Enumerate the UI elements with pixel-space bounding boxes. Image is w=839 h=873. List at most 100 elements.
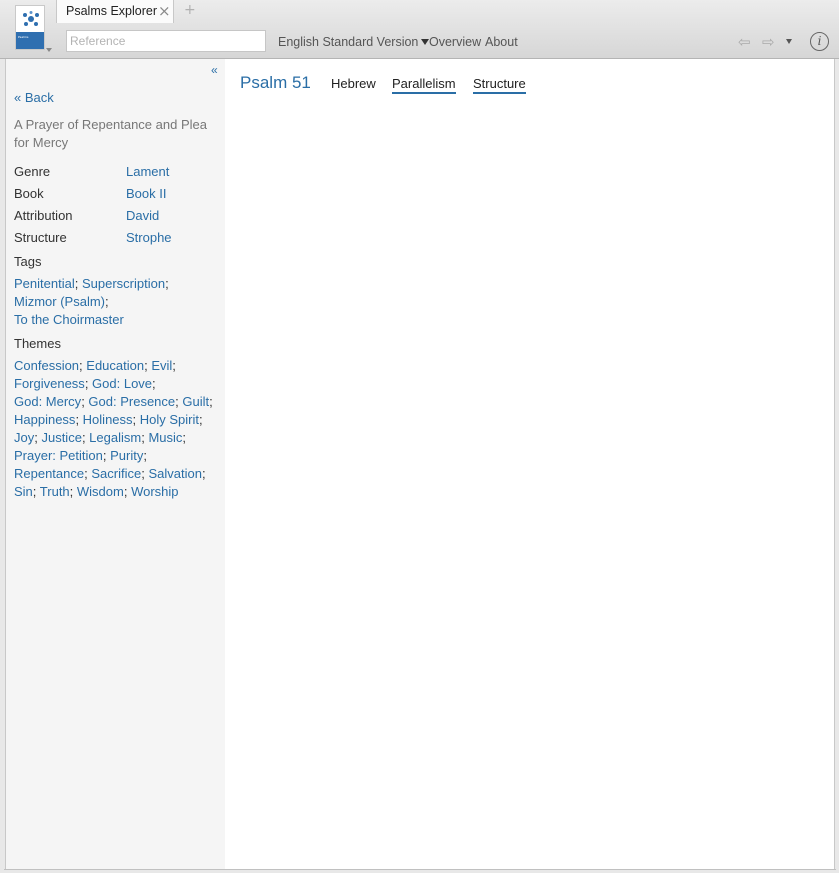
tags-heading: Tags: [14, 254, 42, 269]
theme-link[interactable]: Sin: [14, 484, 33, 499]
theme-link[interactable]: Sacrifice: [91, 466, 141, 481]
app-logo-label: Psalms: [16, 32, 44, 49]
theme-link[interactable]: Prayer: Petition: [14, 448, 103, 463]
property-row: Attribution David: [14, 207, 219, 229]
theme-link[interactable]: Joy: [14, 430, 34, 445]
link-line: Joy; Justice; Legalism; Music;: [14, 429, 219, 447]
tag-link[interactable]: Penitential: [14, 276, 75, 291]
theme-link[interactable]: Holy Spirit: [140, 412, 199, 427]
main-content: Psalm 51 Hebrew Parallelism Structure: [225, 59, 835, 870]
separator: ;: [165, 276, 169, 291]
separator: ;: [152, 376, 156, 391]
separator: ;: [209, 394, 213, 409]
reference-input[interactable]: [66, 30, 266, 52]
themes-list: Confession; Education; Evil; Forgiveness;…: [14, 357, 219, 501]
collapse-sidebar-button[interactable]: «: [211, 63, 218, 77]
app-logo-text: Psalms: [18, 35, 29, 39]
property-label: Genre: [14, 164, 51, 179]
toolbar: Psalms Psalms Explorer × + English Stand…: [0, 0, 839, 59]
sidebar: « « Back A Prayer of Repentance and Plea…: [5, 59, 225, 870]
theme-link[interactable]: Wisdom: [77, 484, 124, 499]
property-value-link[interactable]: Lament: [126, 163, 169, 181]
psalm-subtitle: A Prayer of Repentance and Plea for Merc…: [14, 117, 207, 150]
tab-hebrew[interactable]: Hebrew: [331, 76, 376, 92]
theme-link[interactable]: God: Love: [92, 376, 152, 391]
tag-link[interactable]: Superscription: [82, 276, 165, 291]
molecule-icon: [23, 11, 39, 26]
separator: ;: [75, 412, 83, 427]
link-line: God: Mercy; God: Presence; Guilt;: [14, 393, 219, 411]
tab-label: Psalms Explorer: [66, 4, 157, 18]
info-icon[interactable]: i: [810, 32, 829, 51]
separator: ;: [199, 412, 203, 427]
history-dropdown-icon[interactable]: [786, 39, 792, 44]
theme-link[interactable]: Education: [86, 358, 144, 373]
overview-link[interactable]: Overview: [429, 35, 481, 49]
theme-link[interactable]: Music: [148, 430, 182, 445]
tab-psalms-explorer[interactable]: Psalms Explorer ×: [56, 0, 174, 23]
separator: ;: [172, 358, 176, 373]
theme-link[interactable]: Legalism: [89, 430, 141, 445]
theme-link[interactable]: God: Presence: [88, 394, 175, 409]
link-line: Repentance; Sacrifice; Salvation;: [14, 465, 219, 483]
separator: ;: [69, 484, 77, 499]
property-label: Structure: [14, 230, 67, 245]
separator: ;: [74, 276, 82, 291]
version-label: English Standard Version: [278, 35, 419, 49]
tab-structure[interactable]: Structure: [473, 76, 526, 94]
property-label: Attribution: [14, 208, 73, 223]
theme-link[interactable]: Purity: [110, 448, 143, 463]
theme-link[interactable]: Forgiveness: [14, 376, 85, 391]
app-logo-icon[interactable]: Psalms: [15, 5, 45, 50]
add-tab-icon[interactable]: +: [184, 2, 196, 18]
separator: ;: [84, 376, 93, 391]
separator: ;: [105, 294, 109, 309]
property-row: Genre Lament: [14, 163, 219, 185]
link-line: Sin; Truth; Wisdom; Worship: [14, 483, 219, 501]
tags-list: Penitential; Superscription; Mizmor (Psal…: [14, 275, 219, 329]
tab-parallelism[interactable]: Parallelism: [392, 76, 456, 94]
property-value-link[interactable]: Book II: [126, 185, 166, 203]
separator: ;: [143, 448, 147, 463]
app-menu-caret-icon[interactable]: [46, 48, 52, 52]
tag-link[interactable]: To the Choirmaster: [14, 312, 124, 327]
link-line: Happiness; Holiness; Holy Spirit;: [14, 411, 219, 429]
link-line: Forgiveness; God: Love;: [14, 375, 219, 393]
separator: ;: [182, 430, 187, 445]
separator: ;: [201, 466, 206, 481]
theme-link[interactable]: Worship: [131, 484, 178, 499]
theme-link[interactable]: Justice: [41, 430, 81, 445]
tag-link[interactable]: Mizmor (Psalm): [14, 294, 105, 309]
theme-link[interactable]: Repentance: [14, 466, 84, 481]
separator: ;: [32, 484, 40, 499]
about-link[interactable]: About: [485, 35, 518, 49]
app-window: Psalms Psalms Explorer × + English Stand…: [0, 0, 839, 873]
version-dropdown[interactable]: English Standard Version: [278, 35, 430, 49]
property-row: Structure Strophe: [14, 229, 219, 251]
theme-link[interactable]: Guilt: [182, 394, 209, 409]
property-value-link[interactable]: David: [126, 207, 159, 225]
property-row: Book Book II: [14, 185, 219, 207]
link-line: Prayer: Petition; Purity;: [14, 447, 219, 465]
back-link[interactable]: « Back: [14, 89, 54, 107]
link-line: Penitential; Superscription;: [14, 275, 219, 293]
separator: ;: [123, 484, 132, 499]
theme-link[interactable]: Confession: [14, 358, 79, 373]
theme-link[interactable]: Holiness: [83, 412, 133, 427]
separator: ;: [132, 412, 140, 427]
link-line: Confession; Education; Evil;: [14, 357, 219, 375]
theme-link[interactable]: Evil: [151, 358, 172, 373]
close-icon[interactable]: ×: [158, 2, 171, 20]
theme-link[interactable]: Happiness: [14, 412, 75, 427]
link-line: To the Choirmaster: [14, 311, 219, 329]
property-value-link[interactable]: Strophe: [126, 229, 172, 247]
theme-link[interactable]: God: Mercy: [14, 394, 81, 409]
theme-link[interactable]: Truth: [40, 484, 70, 499]
page-title: Psalm 51: [240, 73, 311, 92]
property-label: Book: [14, 186, 44, 201]
forward-arrow-icon[interactable]: ⇨: [762, 33, 775, 51]
theme-link[interactable]: Salvation: [148, 466, 201, 481]
properties-list: Genre Lament Book Book II Attribution Da…: [14, 163, 219, 251]
link-line: Mizmor (Psalm);: [14, 293, 219, 311]
back-arrow-icon[interactable]: ⇦: [738, 33, 751, 51]
